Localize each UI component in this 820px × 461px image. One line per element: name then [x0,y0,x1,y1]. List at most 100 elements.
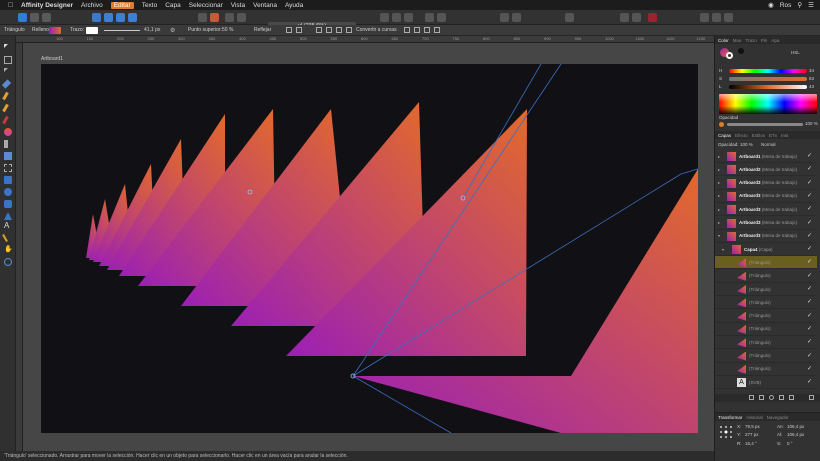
tab-transform[interactable]: Transformar [718,415,742,420]
pixel-persona-icon[interactable] [30,13,39,22]
transform-icon[interactable] [316,27,322,33]
corner-icon[interactable] [286,27,292,33]
tab-color[interactable]: Color [718,38,729,43]
layer-visibility-checkbox[interactable]: ✓ [806,298,813,306]
flip-vertical-icon[interactable] [336,27,342,33]
stroke-width-value[interactable]: 41,1 px [144,27,160,33]
list-icon[interactable]: ☰ [808,1,814,9]
tab-styles[interactable]: Estilos [752,133,765,138]
layer-row[interactable]: ▸ Artboard2 (Mesa de trabajo) ✓ [715,163,817,177]
hue-slider[interactable]: H 34 [719,68,819,74]
layer-fx-icon[interactable] [779,395,784,400]
pen-tool-icon[interactable] [2,91,9,101]
align-left-icon[interactable] [414,27,420,33]
view-options-icon[interactable] [632,13,641,22]
layer-add-icon[interactable] [749,395,754,400]
text-tool-icon[interactable]: A [4,222,12,230]
layer-visibility-checkbox[interactable]: ✓ [806,338,813,346]
arrange-icon[interactable] [210,13,219,22]
tab-layers[interactable]: Capas [718,133,731,138]
zoom-tool-icon[interactable] [4,258,12,266]
layer-mask-icon[interactable] [759,395,764,400]
layer-row[interactable]: ▸ Artboard1 (Mesa de trabajo) ✓ [715,150,817,163]
rectangle-tool-icon[interactable] [4,176,12,184]
layer-row[interactable]: ▸ Artboard3 (Mesa de trabajo) ✓ [715,177,817,190]
layer-visibility-checkbox[interactable]: ✓ [806,378,813,386]
flip-icon[interactable] [425,13,434,22]
color-mode[interactable]: HSL [791,50,800,55]
pencil-tool-icon[interactable] [2,103,9,113]
boolean-intersect-icon[interactable] [404,13,413,22]
tab-effects[interactable]: Efecto [735,133,748,138]
transparency-tool-icon[interactable] [4,140,8,148]
artboard-label[interactable]: Artboard1 [41,56,63,62]
layer-expand-chevron-icon[interactable]: ▸ [718,154,720,159]
settings-icon[interactable] [128,13,137,22]
saturation-track[interactable] [729,77,807,81]
layer-opacity-value[interactable]: 100 % [740,142,753,147]
layer-expand-chevron-icon[interactable]: ▸ [718,193,720,198]
black-swatch[interactable] [738,48,744,54]
fill-swatch[interactable] [49,27,61,34]
convert-to-curves-button[interactable]: Convertir a curvas [356,27,397,33]
w-value[interactable]: 106,4 px [787,424,804,429]
tab-appearance[interactable]: Apa [771,38,779,43]
wifi-icon[interactable]: ◉ [768,1,774,9]
r-value[interactable]: 16,4 ° [745,441,757,446]
layer-row[interactable]: (Triángulo) ✓ [715,350,817,363]
layer-row[interactable]: (Triángulo) ✓ [715,283,817,296]
distribute-icon[interactable] [434,27,440,33]
s-value[interactable]: 0 ° [787,441,793,446]
align-icon[interactable] [225,13,234,22]
tab-swatches[interactable]: Mue [733,38,742,43]
search-icon[interactable]: ⚲ [797,1,802,9]
node-icon[interactable] [296,27,302,33]
layer-row[interactable]: ▸ Artboard3 (Mesa de trabajo) ✓ [715,203,817,217]
align-center-icon[interactable] [237,13,246,22]
rounded-rect-tool-icon[interactable] [4,200,12,208]
crop-tool-icon[interactable] [4,164,12,172]
layer-visibility-checkbox[interactable]: ✓ [806,285,813,293]
layer-visibility-checkbox[interactable]: ✓ [806,192,813,200]
menu-ayuda[interactable]: Ayuda [285,2,303,9]
layer-expand-chevron-icon[interactable]: ▾ [722,247,724,252]
apple-icon[interactable]:  [8,2,15,9]
tab-stroke[interactable]: Trazo [746,38,757,43]
rotate-icon[interactable] [437,13,446,22]
menu-ventana[interactable]: Ventana [253,2,277,9]
layer-visibility-checkbox[interactable]: ✓ [806,165,813,173]
color-spectrum[interactable] [719,94,817,114]
layer-row[interactable]: A (SVB) ✓ [715,376,817,390]
place-image-icon[interactable] [4,152,12,160]
artboard[interactable] [41,64,698,433]
layer-expand-chevron-icon[interactable]: ▾ [718,233,720,238]
layer-row[interactable]: ▾ Capa4 (Capa) ✓ [715,243,817,257]
layer-row[interactable]: (Triángulo) ✓ [715,336,817,350]
layer-visibility-checkbox[interactable]: ✓ [806,325,813,333]
layer-row[interactable]: ▸ Artboard3 (Mesa de trabajo) ✓ [715,217,817,230]
layer-visibility-checkbox[interactable]: ✓ [806,258,813,266]
layer-visibility-checkbox[interactable]: ✓ [806,352,813,360]
stroke-swatch[interactable] [86,27,98,34]
layer-expand-chevron-icon[interactable]: ▸ [718,207,720,212]
menu-seleccionar[interactable]: Seleccionar [189,2,223,9]
reflect-button[interactable]: Reflejar [254,27,271,33]
hand-tool-icon[interactable]: ✋ [4,246,13,254]
layer-expand-chevron-icon[interactable]: ▸ [718,180,720,185]
layer-group-icon[interactable] [789,395,794,400]
ellipse-tool-icon[interactable] [4,188,12,196]
layer-row[interactable]: (Triángulo) ✓ [715,256,817,270]
hue-value[interactable]: 34 [809,68,814,73]
layer-expand-chevron-icon[interactable]: ▸ [718,167,720,172]
insert-icon[interactable] [500,13,509,22]
menu-app-name[interactable]: Affinity Designer [21,2,73,9]
layer-row[interactable]: ▾ Artboard3 (Mesa de trabajo) ✓ [715,230,817,243]
tab-instances[interactable]: Inst [781,133,788,138]
curves-icon[interactable] [346,27,352,33]
y-value[interactable]: 277 px [745,432,759,437]
snap-icon[interactable] [198,13,207,22]
insert-inside-icon[interactable] [512,13,521,22]
lightness-track[interactable] [729,85,807,89]
layer-row[interactable]: (Triángulo) ✓ [715,363,817,376]
boolean-add-icon[interactable] [380,13,389,22]
